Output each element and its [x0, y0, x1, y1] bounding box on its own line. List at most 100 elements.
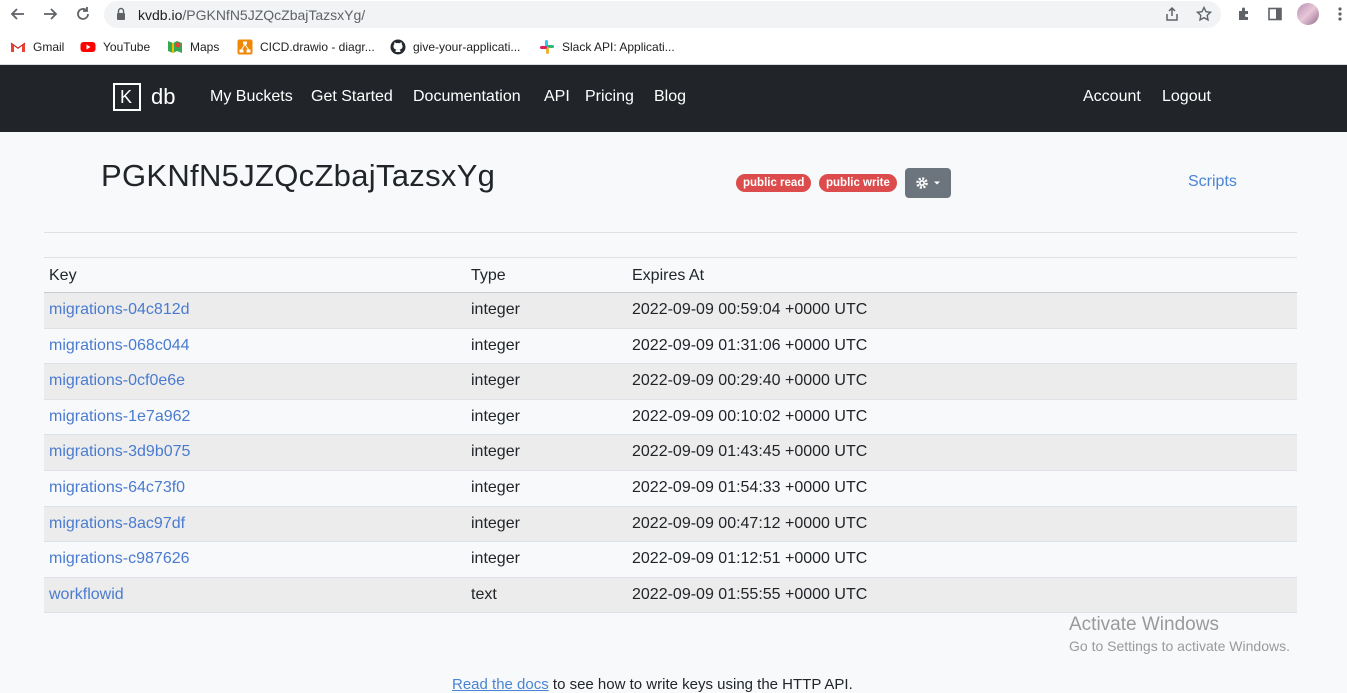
badge-public-read: public read [736, 174, 812, 192]
gear-icon [916, 177, 928, 189]
bookmark-label: Maps [190, 40, 220, 54]
key-link[interactable]: migrations-c987626 [49, 550, 190, 568]
key-link[interactable]: migrations-64c73f0 [49, 479, 185, 497]
gmail-icon [10, 42, 26, 52]
activate-windows-title: Activate Windows [1069, 614, 1219, 635]
table-row: migrations-068c044 integer 2022-09-09 01… [44, 329, 1297, 365]
url-text: kvdb.io/PGKNfN5JZQcZbajTazsxYg/ [138, 7, 365, 23]
nav-get-started[interactable]: Get Started [311, 88, 393, 106]
bookmark-label: give-your-applicati... [413, 40, 521, 54]
extensions-icon[interactable] [1232, 3, 1256, 25]
header-expires-at: Expires At [632, 267, 705, 284]
key-link[interactable]: migrations-1e7a962 [49, 408, 190, 426]
table-row: migrations-3d9b075 integer 2022-09-09 01… [44, 435, 1297, 471]
expires-cell: 2022-09-09 00:29:40 +0000 UTC [632, 372, 868, 390]
reload-icon[interactable] [71, 3, 95, 25]
bookmark-label: Gmail [33, 40, 65, 54]
read-docs-link[interactable]: Read the docs [452, 676, 549, 693]
nav-blog[interactable]: Blog [654, 88, 686, 106]
header-type: Type [471, 267, 506, 284]
key-link[interactable]: migrations-3d9b075 [49, 443, 190, 461]
table-row: migrations-04c812d integer 2022-09-09 00… [44, 293, 1297, 329]
logo-db: db [151, 84, 176, 109]
type-cell: integer [471, 514, 520, 532]
expires-cell: 2022-09-09 01:55:55 +0000 UTC [632, 585, 868, 603]
key-link[interactable]: migrations-068c044 [49, 337, 190, 355]
youtube-icon [80, 42, 96, 52]
logo-k: K [120, 87, 133, 107]
bookmark-label: YouTube [103, 40, 151, 54]
type-cell: integer [471, 372, 520, 390]
expires-cell: 2022-09-09 01:43:45 +0000 UTC [632, 443, 868, 461]
type-cell: integer [471, 550, 520, 568]
maps-icon [168, 41, 182, 53]
slack-icon [540, 40, 554, 54]
bucket-title: PGKNfN5JZQcZbajTazsxYg [101, 158, 496, 193]
drawio-icon [237, 39, 253, 55]
badge-public-write: public write [819, 174, 897, 192]
bookmark-maps[interactable]: Maps [167, 38, 219, 56]
docs-note-text: to see how to write keys using the HTTP … [548, 676, 853, 693]
key-link[interactable]: migrations-8ac97df [49, 515, 185, 533]
nav-api[interactable]: API [544, 88, 570, 106]
expires-cell: 2022-09-09 00:47:12 +0000 UTC [632, 514, 868, 532]
bookmark-slack[interactable]: Slack API: Applicati... [539, 38, 675, 56]
expires-cell: 2022-09-09 01:31:06 +0000 UTC [632, 336, 868, 354]
activate-windows-subtitle: Go to Settings to activate Windows. [1069, 638, 1290, 654]
logo-box: K [113, 83, 141, 111]
site-navbar: K db My Buckets Get Started Documentatio… [0, 65, 1347, 132]
docs-note: Read the docs to see how to write keys u… [452, 676, 853, 693]
key-link[interactable]: workflowid [49, 586, 124, 604]
profile-avatar[interactable] [1297, 3, 1319, 25]
bookmarks-bar: Gmail YouTube Maps CICD.drawio - diagr..… [0, 29, 1347, 65]
back-arrow-icon[interactable] [6, 3, 30, 25]
type-cell: integer [471, 407, 520, 425]
bucket-settings-dropdown-button[interactable] [905, 168, 951, 198]
keys-table: Key Type Expires At migrations-04c812d i… [44, 257, 1297, 614]
scripts-link[interactable]: Scripts [1188, 173, 1237, 191]
nav-my-buckets[interactable]: My Buckets [210, 88, 293, 106]
nav-documentation[interactable]: Documentation [413, 88, 521, 106]
star-icon[interactable] [1192, 3, 1216, 25]
caret-down-icon [934, 181, 940, 185]
expires-cell: 2022-09-09 00:59:04 +0000 UTC [632, 301, 868, 318]
share-icon[interactable] [1160, 3, 1184, 25]
bookmark-gmail[interactable]: Gmail [10, 38, 64, 56]
menu-dots-icon[interactable] [1328, 3, 1347, 25]
forward-arrow-icon[interactable] [38, 3, 62, 25]
nav-logout[interactable]: Logout [1162, 88, 1211, 106]
type-cell: integer [471, 478, 520, 496]
table-row: migrations-8ac97df integer 2022-09-09 00… [44, 506, 1297, 543]
key-link[interactable]: migrations-0cf0e6e [49, 372, 185, 390]
key-link[interactable]: migrations-04c812d [49, 301, 190, 319]
bookmark-github[interactable]: give-your-applicati... [390, 38, 520, 56]
bookmark-youtube[interactable]: YouTube [80, 38, 150, 56]
github-icon [390, 39, 406, 55]
expires-cell: 2022-09-09 00:10:02 +0000 UTC [632, 407, 868, 425]
bookmark-label: Slack API: Applicati... [562, 40, 675, 54]
nav-account[interactable]: Account [1083, 88, 1141, 106]
divider [44, 232, 1297, 233]
nav-pricing[interactable]: Pricing [585, 88, 634, 106]
bookmark-label: CICD.drawio - diagr... [260, 40, 375, 54]
address-bar[interactable]: kvdb.io/PGKNfN5JZQcZbajTazsxYg/ [104, 1, 1221, 28]
browser-toolbar: kvdb.io/PGKNfN5JZQcZbajTazsxYg/ [0, 0, 1347, 29]
table-row: migrations-64c73f0 integer 2022-09-09 01… [44, 471, 1297, 507]
type-cell: integer [471, 443, 520, 461]
bookmark-drawio[interactable]: CICD.drawio - diagr... [237, 38, 375, 56]
table-row: migrations-0cf0e6e integer 2022-09-09 00… [44, 364, 1297, 400]
url-host: kvdb.io [138, 7, 183, 23]
table-header: Key Type Expires At [44, 257, 1297, 293]
table-row: workflowid text 2022-09-09 01:55:55 +000… [44, 577, 1297, 614]
url-path: /PGKNfN5JZQcZbajTazsxYg/ [182, 7, 366, 23]
type-cell: text [471, 585, 497, 603]
kvdb-logo[interactable]: K db [113, 83, 175, 111]
expires-cell: 2022-09-09 01:12:51 +0000 UTC [632, 550, 868, 568]
table-row: migrations-1e7a962 integer 2022-09-09 00… [44, 400, 1297, 436]
expires-cell: 2022-09-09 01:54:33 +0000 UTC [632, 478, 868, 496]
header-key: Key [49, 267, 77, 284]
type-cell: integer [471, 336, 520, 354]
lock-icon [117, 7, 125, 20]
table-row: migrations-c987626 integer 2022-09-09 01… [44, 542, 1297, 578]
side-panel-icon[interactable] [1263, 3, 1287, 25]
